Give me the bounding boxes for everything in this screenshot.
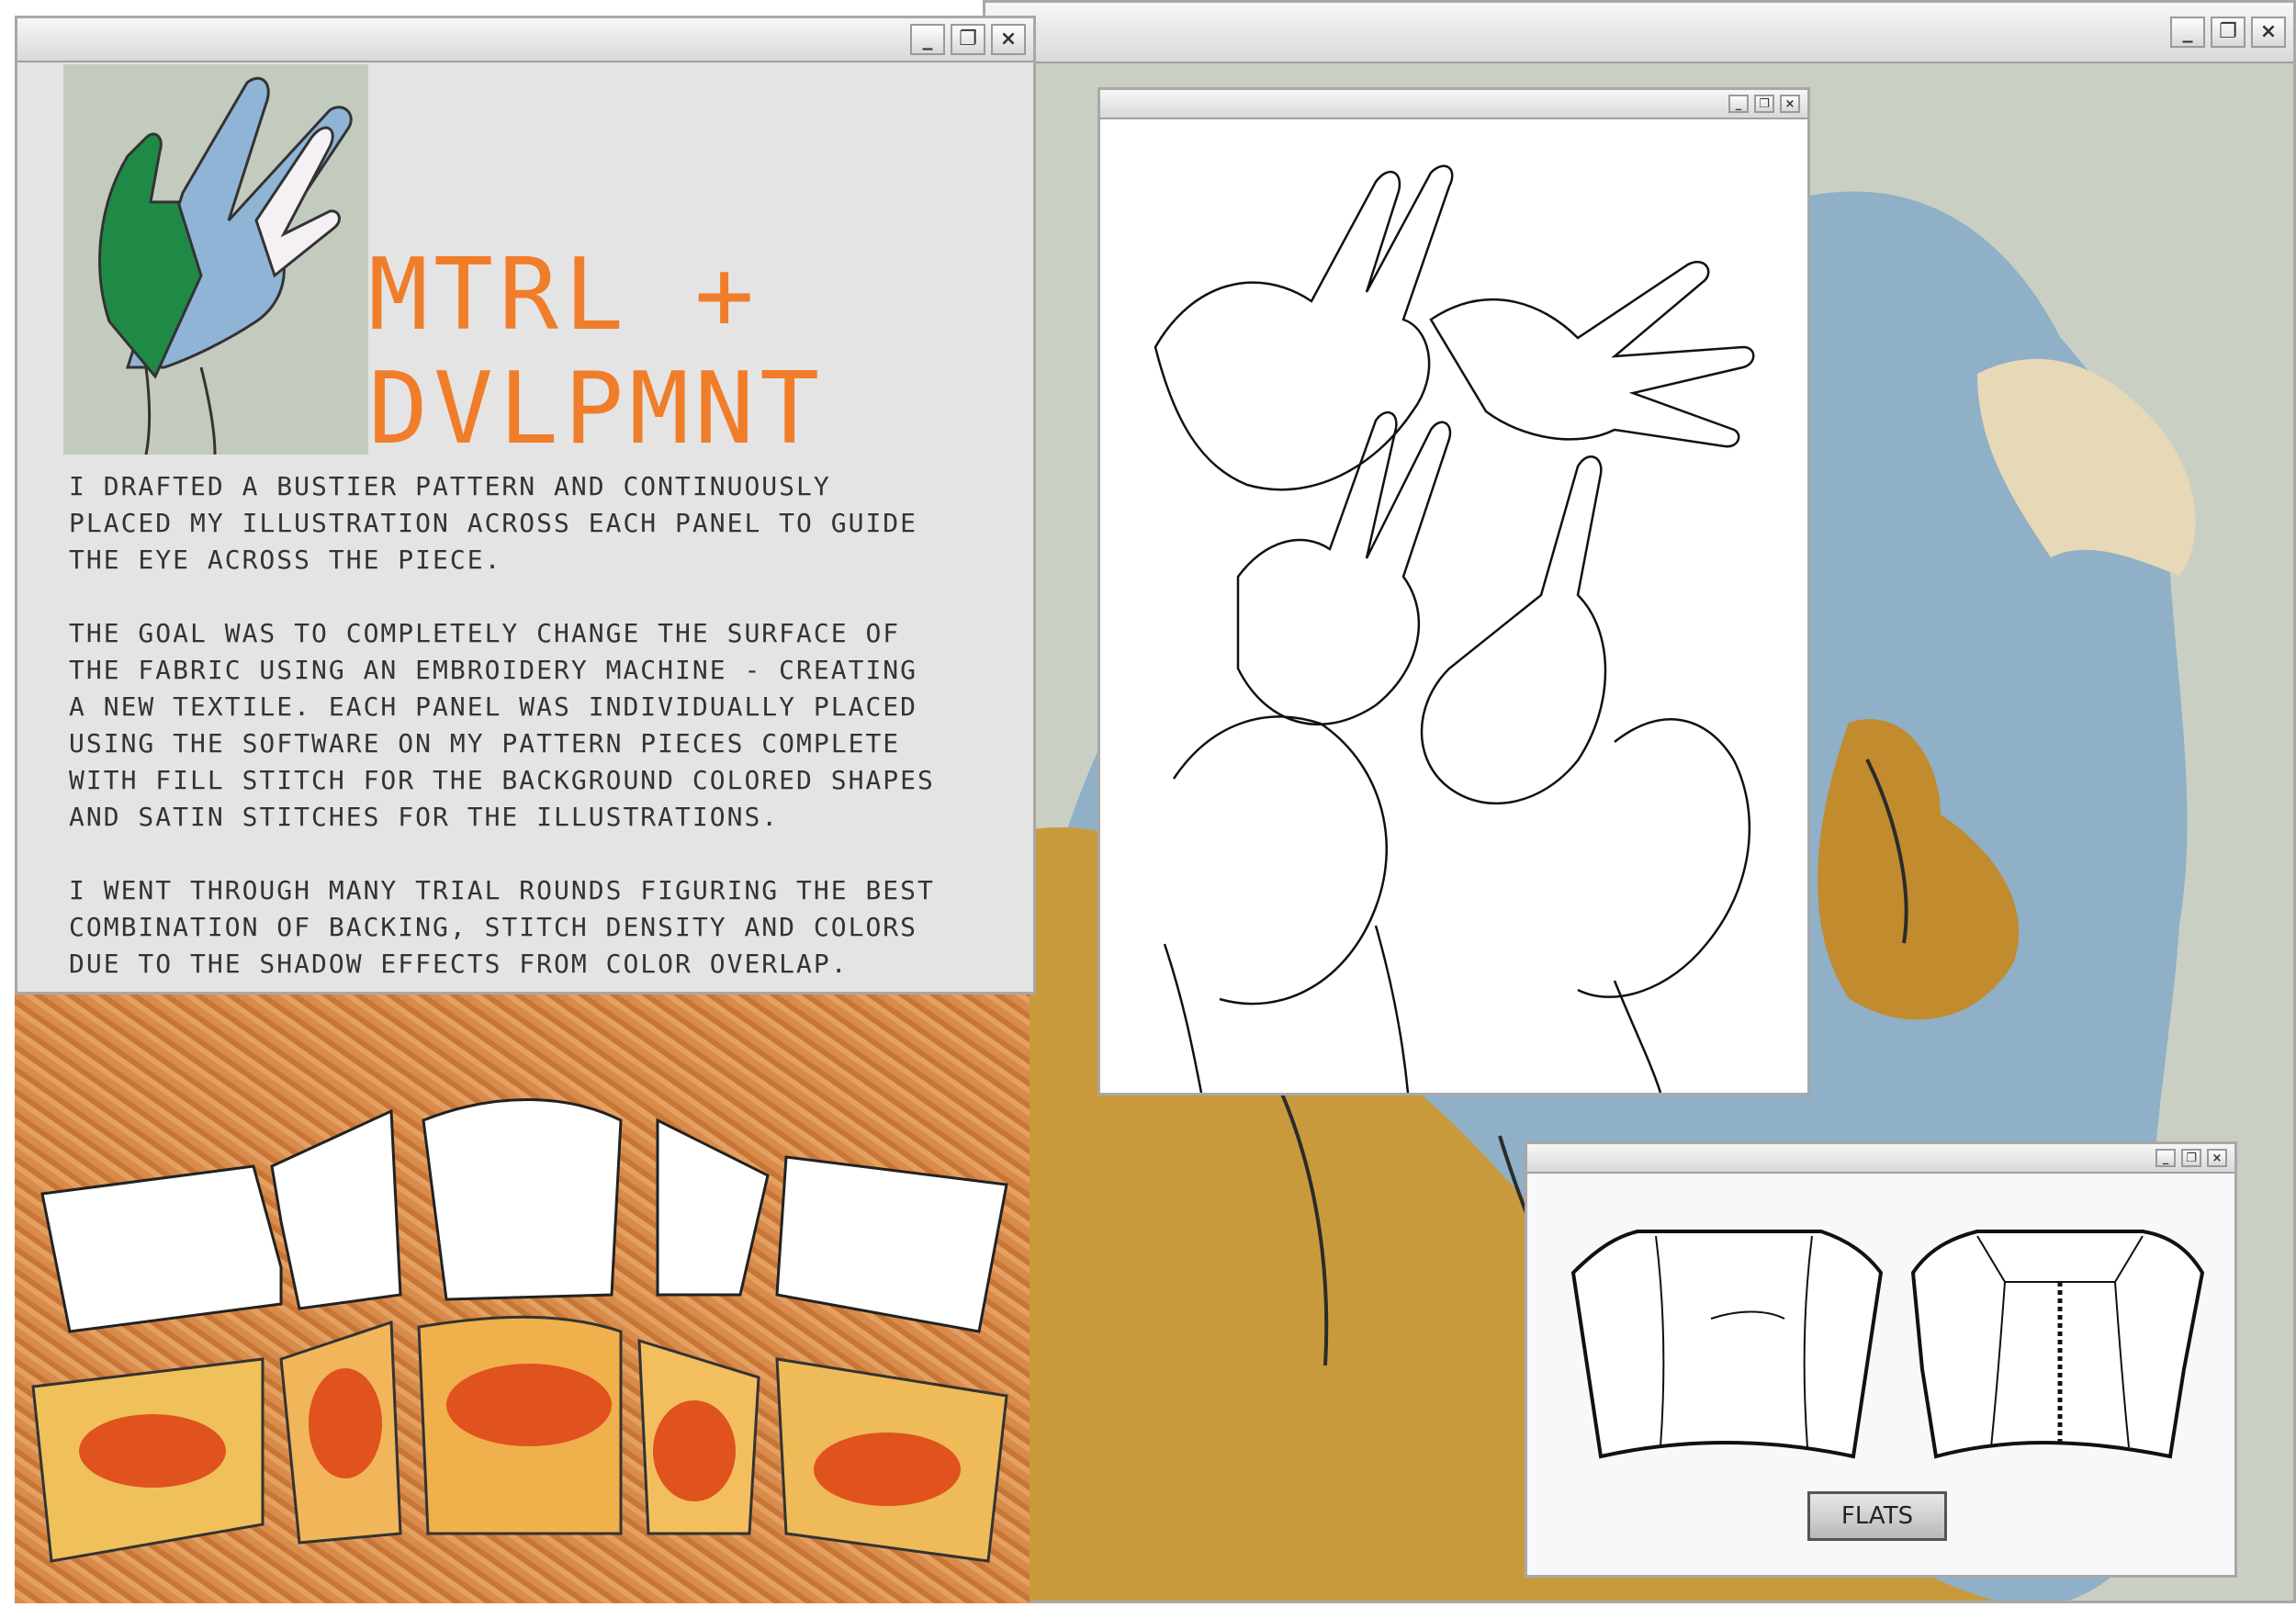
- restore-icon[interactable]: ❐: [2211, 17, 2245, 48]
- description-text: I DRAFTED A BUSTIER PATTERN AND CONTINUO…: [69, 468, 1024, 1019]
- drawn-hand: [1172, 715, 1388, 1006]
- page-title-line: MTRL +: [368, 238, 760, 353]
- drawn-hand: [1236, 410, 1452, 725]
- minimize-icon[interactable]: _: [2155, 1149, 2176, 1167]
- pattern-piece: [40, 1164, 283, 1333]
- description-paragraph: I WENT THROUGH MANY TRIAL ROUNDS FIGURIN…: [69, 875, 935, 979]
- close-icon[interactable]: ×: [1780, 95, 1800, 113]
- pattern-piece: [775, 1155, 1008, 1333]
- drawn-hand: [1420, 455, 1607, 805]
- pattern-piece: [270, 1108, 402, 1310]
- minimize-icon[interactable]: _: [1728, 95, 1749, 113]
- restore-icon[interactable]: ❐: [2181, 1149, 2201, 1167]
- close-icon[interactable]: ×: [2251, 17, 2286, 48]
- close-icon[interactable]: ×: [2207, 1149, 2227, 1167]
- orange-embroidery-blob: [446, 1364, 612, 1446]
- flats-window[interactable]: _ ❐ × FLATS: [1525, 1141, 2237, 1578]
- line-drawing-window-titlebar[interactable]: _ ❐ ×: [1100, 90, 1807, 119]
- pattern-pieces-illustration: [31, 1098, 1008, 1563]
- info-window[interactable]: _ ❐ × MTRL + DVLPMNT I DRAFTED A BUSTIER…: [15, 16, 1036, 995]
- restore-icon[interactable]: ❐: [1754, 95, 1774, 113]
- bustier-front-flat: [1570, 1230, 1884, 1459]
- close-icon[interactable]: ×: [991, 24, 1026, 55]
- orange-embroidery-blob: [814, 1433, 961, 1506]
- orange-embroidery-blob: [653, 1400, 736, 1501]
- hand-illustration: [98, 76, 353, 455]
- bustier-flats-drawing: [1570, 1230, 2205, 1459]
- minimize-icon[interactable]: _: [2170, 17, 2205, 48]
- pattern-piece: [422, 1098, 623, 1301]
- wrist-line: [144, 366, 217, 455]
- hands-line-drawing: [1154, 164, 1755, 1093]
- orange-embroidery-blob: [309, 1368, 382, 1478]
- page-title-line: DVLPMNT: [368, 352, 826, 466]
- flats-window-titlebar[interactable]: _ ❐ ×: [1527, 1144, 2234, 1174]
- embroidery-window-titlebar[interactable]: _ ❐ ×: [985, 3, 2293, 63]
- drawn-hand: [1154, 164, 1454, 491]
- pattern-pieces-photo: [15, 992, 1030, 1603]
- description-paragraph: I DRAFTED A BUSTIER PATTERN AND CONTINUO…: [69, 471, 918, 575]
- minimize-icon[interactable]: _: [910, 24, 945, 55]
- description-paragraph: THE GOAL WAS TO COMPLETELY CHANGE THE SU…: [69, 618, 935, 832]
- line-drawing-window[interactable]: _ ❐ ×: [1097, 87, 1810, 1096]
- drawn-hand: [1577, 718, 1751, 998]
- drawn-arm: [1163, 925, 1662, 1093]
- restore-icon[interactable]: ❐: [951, 24, 985, 55]
- hand-illustration-thumbnail: [63, 64, 368, 455]
- flats-button[interactable]: FLATS: [1807, 1491, 1947, 1541]
- page-title: MTRL + DVLPMNT: [368, 239, 825, 466]
- pattern-piece: [656, 1118, 770, 1297]
- info-window-titlebar[interactable]: _ ❐ ×: [17, 18, 1033, 62]
- orange-embroidery-blob: [79, 1414, 226, 1488]
- drawn-hand: [1429, 261, 1755, 448]
